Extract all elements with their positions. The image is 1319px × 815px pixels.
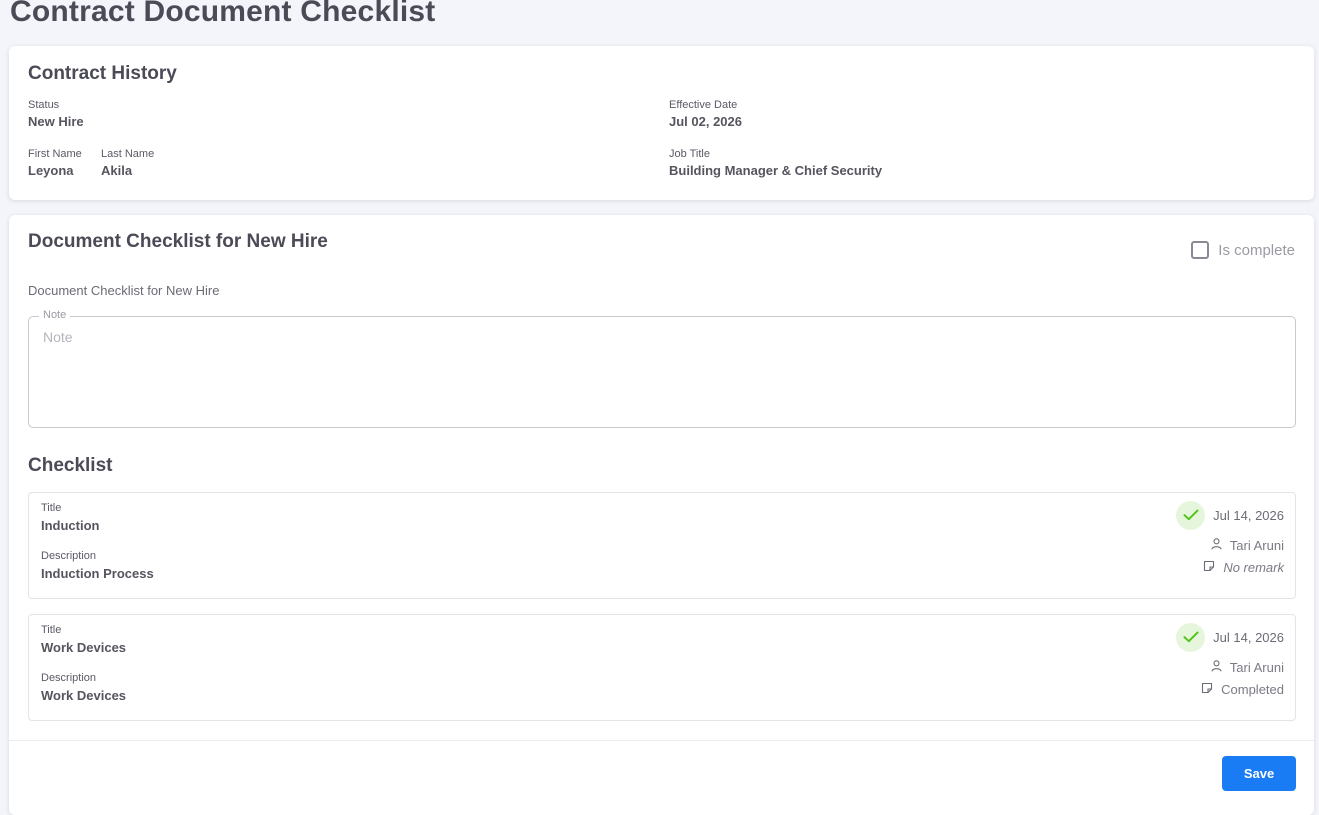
checklist-subtitle: Document Checklist for New Hire <box>28 283 220 298</box>
save-button[interactable]: Save <box>1222 756 1296 791</box>
user-icon <box>1211 538 1222 553</box>
status-label: Status <box>28 99 60 111</box>
item-meta: Jul 14, 2026 Tari Aruni No remark <box>1176 500 1284 575</box>
item-title-label: Title <box>41 502 62 514</box>
item-date: Jul 14, 2026 <box>1213 507 1284 523</box>
last-name-label: Last Name <box>101 148 155 160</box>
last-name-value: Akila <box>101 163 133 178</box>
item-meta: Jul 14, 2026 Tari Aruni Completed <box>1176 622 1284 697</box>
item-user: Tari Aruni <box>1229 660 1284 675</box>
note-icon <box>1203 560 1215 575</box>
page-title: Contract Document Checklist <box>10 0 436 28</box>
checklist-section-title: Checklist <box>28 455 113 476</box>
item-description-value: Induction Process <box>41 566 154 581</box>
effective-date-value: Jul 02, 2026 <box>669 114 742 129</box>
status-value: New Hire <box>28 114 84 129</box>
footer-divider <box>9 740 1314 741</box>
is-complete-checkbox[interactable] <box>1191 241 1210 259</box>
job-title-label: Job Title <box>669 148 710 160</box>
item-date: Jul 14, 2026 <box>1213 629 1284 645</box>
effective-date-label: Effective Date <box>669 99 738 111</box>
item-description-label: Description <box>41 550 97 562</box>
first-name-value: Leyona <box>28 163 74 178</box>
item-title-value: Work Devices <box>41 640 127 655</box>
is-complete-label: Is complete <box>1218 241 1295 259</box>
check-icon <box>1176 622 1206 652</box>
note-field: Note <box>28 309 1296 428</box>
document-checklist-card: Document Checklist for New Hire Is compl… <box>9 215 1314 815</box>
document-checklist-title: Document Checklist for New Hire <box>28 231 328 252</box>
checklist-item: Title Induction Description Induction Pr… <box>28 492 1296 599</box>
job-title-value: Building Manager & Chief Security <box>669 163 883 178</box>
checklist-item: Title Work Devices Description Work Devi… <box>28 614 1296 721</box>
item-title-value: Induction <box>41 518 100 533</box>
user-icon <box>1211 660 1222 675</box>
item-remark: Completed <box>1221 682 1284 697</box>
first-name-label: First Name <box>28 148 82 160</box>
note-icon <box>1201 682 1213 697</box>
contract-history-title: Contract History <box>28 63 177 84</box>
is-complete-toggle[interactable]: Is complete <box>1191 241 1295 259</box>
item-title-label: Title <box>41 624 62 636</box>
check-icon <box>1176 500 1206 530</box>
item-description-label: Description <box>41 672 97 684</box>
contract-history-card: Contract History Status New Hire Effecti… <box>9 46 1314 200</box>
note-input[interactable] <box>29 317 1295 427</box>
item-remark: No remark <box>1223 560 1284 575</box>
item-description-value: Work Devices <box>41 688 127 703</box>
item-user: Tari Aruni <box>1229 538 1284 553</box>
